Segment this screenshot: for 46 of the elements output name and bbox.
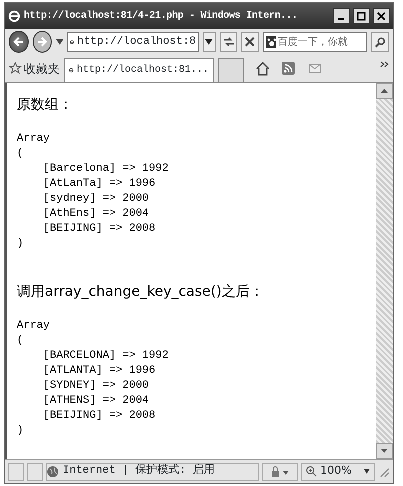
close-button[interactable] (373, 8, 390, 24)
globe-icon (47, 466, 59, 478)
scrollbar[interactable] (376, 83, 393, 459)
browser-tab[interactable]: http://localhost:81... (64, 58, 214, 82)
scroll-down-button[interactable] (376, 443, 393, 459)
maximize-button[interactable] (353, 8, 370, 24)
zoom-icon[interactable] (306, 466, 317, 477)
zoom-button[interactable]: 100% (300, 462, 375, 480)
section-heading: 调用array_change_key_case()之后： (17, 284, 265, 301)
back-arrow-icon[interactable] (12, 36, 25, 48)
up-arrow-icon[interactable] (381, 89, 388, 93)
resize-grip-icon[interactable] (378, 466, 390, 478)
search-icon[interactable] (374, 36, 386, 48)
address-field[interactable]: http://localhost:8 (67, 32, 200, 52)
lock-icon[interactable] (270, 466, 290, 478)
section-heading: 原数组： (17, 97, 74, 114)
refresh-button[interactable] (220, 32, 238, 52)
scroll-up-button[interactable] (376, 83, 393, 99)
feed-icon[interactable] (282, 62, 295, 75)
status-panel (27, 462, 43, 480)
favorites-button[interactable]: 收藏夹 (9, 60, 60, 78)
close-icon[interactable] (377, 12, 386, 20)
dropdown-icon[interactable] (56, 39, 64, 45)
down-arrow-icon[interactable] (381, 449, 388, 453)
minimize-button[interactable] (333, 8, 350, 24)
array-output: Array ( [Barcelona] => 1992 [AtLanTa] => 1996 [sydney] => 2000 [AthEns] => 2004 [BEIJING] => 2008 ) (17, 132, 170, 252)
window-title: http://localhost:81/4-21.php - Windows Intern... (24, 10, 299, 22)
search-field[interactable]: 百度一下，你就 (263, 32, 368, 52)
stop-icon[interactable] (245, 37, 256, 47)
stop-button[interactable] (241, 32, 260, 52)
browser-icon (8, 10, 21, 22)
chevron-icon[interactable] (380, 61, 389, 68)
zone-status: Internet | 保护模式: 启用 (46, 462, 259, 480)
caret-icon[interactable] (205, 39, 214, 45)
new-tab-button[interactable] (218, 58, 244, 82)
status-panel (8, 462, 24, 480)
maximize-icon[interactable] (357, 12, 366, 20)
forward-button[interactable] (32, 31, 52, 53)
security-button[interactable] (262, 462, 298, 480)
star-icon[interactable] (9, 62, 22, 75)
search-button[interactable] (371, 32, 389, 52)
array-output: Array ( [BARCELONA] => 1992 [ATLANTA] => 1996 [SYDNEY] => 2000 [ATHENS] => 2004 [BEIJING] => 2008 ) (17, 318, 170, 439)
home-icon[interactable] (256, 62, 270, 76)
dropdown-button[interactable] (203, 32, 216, 52)
back-button[interactable] (9, 31, 29, 53)
arrows-icon[interactable] (222, 37, 235, 47)
